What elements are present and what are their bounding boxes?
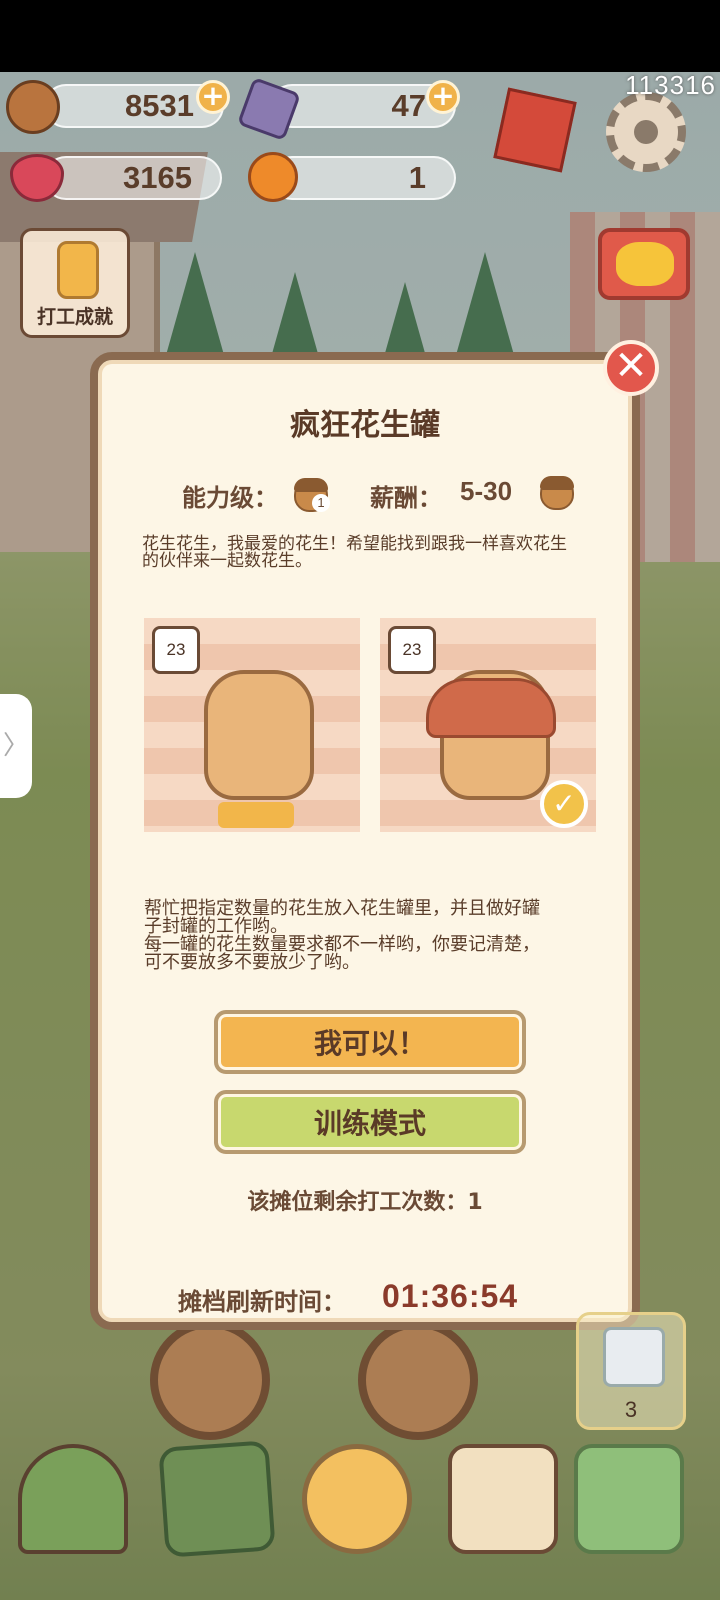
- book-icon[interactable]: [493, 87, 577, 173]
- heart-counter: 3165: [44, 156, 222, 200]
- tasks-nav-icon[interactable]: [448, 1444, 558, 1554]
- add-gem-button[interactable]: +: [426, 80, 460, 114]
- ability-level: 1: [312, 494, 330, 512]
- gear-icon[interactable]: [606, 92, 686, 172]
- achievement-button[interactable]: 打工成就: [20, 228, 130, 338]
- acorn-icon: [6, 80, 60, 134]
- refresh-label: 摊档刷新时间：: [178, 1288, 346, 1316]
- accept-job-button[interactable]: 我可以！: [214, 1010, 526, 1074]
- remaining-attempts: 该摊位剩余打工次数：1: [247, 1190, 483, 1215]
- dialog-title: 疯狂花生罐: [290, 408, 440, 443]
- gift-count: 3: [624, 1397, 638, 1422]
- add-acorn-button[interactable]: +: [196, 80, 230, 114]
- home-nav-icon[interactable]: [18, 1444, 128, 1554]
- example-image-sealed-jar: 23 ✓: [380, 618, 596, 832]
- heart-count: 3165: [123, 160, 192, 195]
- close-button[interactable]: ✕: [603, 340, 659, 396]
- pay-acorn-icon: [540, 476, 574, 510]
- paw-button-icon: [218, 802, 294, 828]
- job-dialog: 疯狂花生罐 能力级： 1 薪酬： 5-30 花生花生，我最爱的花生！希望能找到跟…: [90, 352, 640, 1330]
- acorn-count: 8531: [125, 88, 194, 123]
- friends-nav-icon[interactable]: [302, 1444, 412, 1554]
- gift-icon: [603, 1327, 665, 1387]
- gift-button[interactable]: 3: [576, 1312, 686, 1430]
- ability-acorn-icon: 1: [294, 478, 330, 512]
- intro-text: 花生花生，我最爱的花生！希望能找到跟我一样喜欢花生 的伙伴来一起数花生。: [142, 536, 622, 570]
- side-drawer-tab[interactable]: 〉: [0, 694, 32, 798]
- medal-icon: [57, 241, 99, 299]
- gem-count: 47: [391, 88, 426, 123]
- mail-nav-icon[interactable]: [158, 1440, 276, 1558]
- refresh-countdown: 01:36:54: [382, 1278, 519, 1314]
- intro-line: 的伙伴来一起数花生。: [142, 551, 312, 571]
- training-mode-button[interactable]: 训练模式: [214, 1090, 526, 1154]
- check-icon: ✓: [540, 780, 588, 828]
- instruction-text: 帮忙把指定数量的花生放入花生罐里，并且做好罐 子封罐的工作哟。 每一罐的花生数量…: [144, 900, 614, 972]
- instruction-line: 可不要放多不要放少了哟。: [144, 952, 360, 973]
- pay-label: 薪酬：: [370, 484, 442, 512]
- peanut-jar-icon: [204, 670, 314, 800]
- chevron-right-icon: 〉: [2, 731, 29, 761]
- achievement-label: 打工成就: [36, 306, 113, 328]
- jar-lid-icon: [426, 678, 556, 738]
- user-id: 113316: [625, 70, 716, 100]
- orange-icon: [248, 152, 298, 202]
- map-nav-icon[interactable]: [574, 1444, 684, 1554]
- orange-count: 1: [408, 160, 426, 195]
- tv-icon[interactable]: [598, 228, 690, 300]
- ability-label: 能力级：: [182, 484, 278, 512]
- pay-range: 5-30: [460, 476, 513, 506]
- example-image-open-jar: 23: [144, 618, 360, 832]
- close-icon: ✕: [614, 343, 648, 389]
- peanut-count-card: 23: [388, 626, 436, 674]
- peanut-count-card: 23: [152, 626, 200, 674]
